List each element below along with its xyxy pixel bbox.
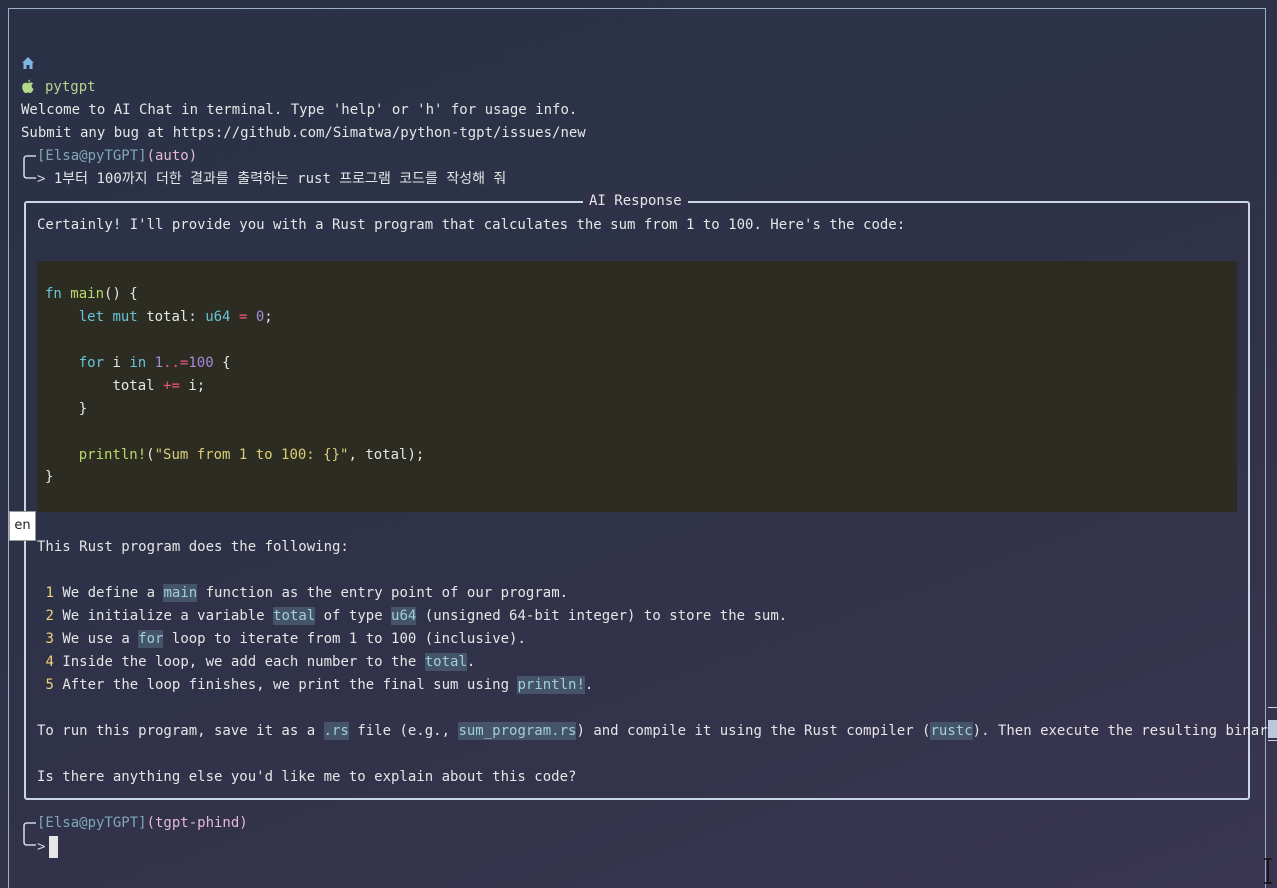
prompt-bracket-icon (23, 822, 36, 846)
prompt2-header: [Elsa@pyTGPT](tgpt-phind) (37, 813, 248, 833)
scrollbar-thumb[interactable] (1268, 720, 1277, 738)
inline-code: rustc (930, 722, 973, 740)
ibeam-cursor-icon (1264, 858, 1272, 884)
code-line-7: } (45, 469, 54, 485)
list-item: 2 We initialize a variable total of type… (45, 607, 788, 625)
welcome-text: Welcome to AI Chat in terminal. Type 'he… (21, 102, 578, 118)
prompt1-header: [Elsa@pyTGPT](auto) (37, 146, 197, 166)
prompt2-arrow: > (37, 839, 46, 855)
prompt2-user: [Elsa@pyTGPT] (37, 815, 147, 831)
inline-code: total (273, 607, 316, 625)
list-item: 5 After the loop finishes, we print the … (45, 676, 594, 694)
text-cursor[interactable] (49, 836, 59, 858)
inline-code: .rs (323, 722, 349, 740)
prompt2-mode: (tgpt-phind) (146, 815, 248, 831)
run-instructions: To run this program, save it as a .rs fi… (37, 722, 1277, 740)
inline-code: for (138, 630, 164, 648)
status-bar (0, 882, 1277, 888)
code-line-2: let mut total: u64 = 0; (78, 309, 273, 325)
prompt2-input-line[interactable]: > (37, 836, 59, 858)
list-item: 1 We define a main function as the entry… (45, 584, 569, 602)
description-intro: This Rust program does the following: (37, 539, 349, 555)
list-item: 3 We use a for loop to iterate from 1 to… (45, 630, 526, 648)
inline-code: println! (517, 676, 585, 694)
ai-response-title: AI Response (583, 191, 688, 211)
language-indicator[interactable]: en (9, 511, 36, 541)
code-line-5: } (78, 401, 88, 417)
response-intro: Certainly! I'll provide you with a Rust … (37, 217, 906, 233)
code-block (37, 261, 1237, 512)
code-line-3: for i in 1..=100 { (78, 355, 231, 371)
prompt1-user: [Elsa@pyTGPT] (37, 148, 147, 164)
inline-code: total (424, 653, 467, 671)
bug-report-text: Submit any bug at https://github.com/Sim… (21, 125, 586, 141)
apple-icon (22, 79, 34, 94)
prompt-bracket-icon (23, 155, 36, 179)
inline-code: sum_program.rs (458, 722, 577, 740)
app-name: pytgpt (45, 79, 96, 95)
inline-code: u64 (391, 607, 417, 625)
response-closing: Is there anything else you'd like me to … (37, 769, 577, 785)
code-line-4: total += i; (112, 378, 206, 394)
prompt1-arrow: > (37, 171, 54, 187)
prompt1-input-line: > 1부터 100까지 더한 결과를 출력하는 rust 프로그램 코드를 작성… (37, 169, 506, 189)
code-line-6: println!("Sum from 1 to 100: {}", total)… (78, 447, 425, 463)
scrollbar[interactable] (1268, 707, 1277, 741)
prompt1-mode: (auto) (146, 148, 198, 164)
home-icon (22, 57, 34, 69)
list-item: 4 Inside the loop, we add each number to… (45, 653, 476, 671)
inline-code: main (163, 584, 198, 602)
prompt1-input: 1부터 100까지 더한 결과를 출력하는 rust 프로그램 코드를 작성해 … (53, 171, 507, 187)
code-line-1: fn main() { (45, 286, 138, 302)
